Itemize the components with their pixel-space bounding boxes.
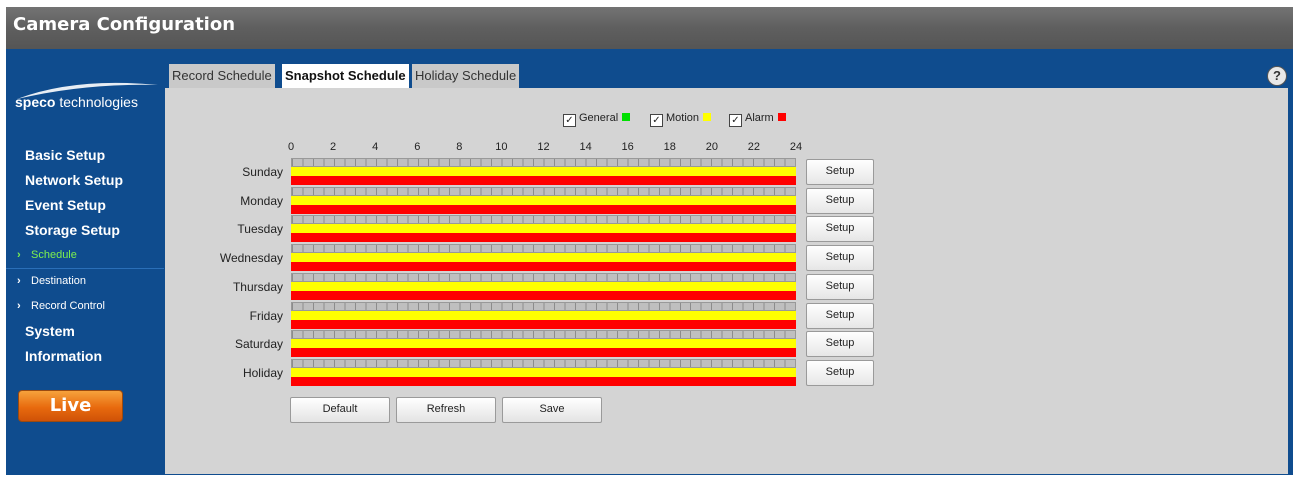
alarm-bar — [291, 204, 796, 214]
schedule-row-holiday[interactable] — [291, 358, 796, 387]
hour-label: 2 — [330, 141, 337, 153]
motion-bar — [291, 195, 796, 205]
alarm-bar — [291, 348, 796, 358]
hour-label: 22 — [747, 141, 761, 153]
time-grid[interactable] — [291, 158, 796, 167]
schedule-row-friday[interactable] — [291, 301, 796, 330]
motion-bar — [291, 310, 796, 320]
time-grid[interactable] — [291, 301, 796, 311]
setup-button-sunday[interactable]: Setup — [806, 159, 874, 185]
setup-button-holiday[interactable]: Setup — [806, 359, 874, 386]
day-label-friday: Friday — [249, 308, 283, 323]
alarm-bar — [291, 233, 796, 243]
motion-checkbox[interactable]: ✓ — [650, 114, 663, 127]
day-label-monday: Monday — [240, 193, 283, 208]
alarm-checkbox[interactable]: ✓ — [729, 114, 742, 127]
refresh-button[interactable]: Refresh — [396, 397, 496, 423]
hour-label: 14 — [579, 141, 592, 153]
schedule-row-wednesday[interactable] — [291, 244, 796, 272]
day-label-sunday: Sunday — [242, 165, 283, 179]
setup-button-wednesday[interactable]: Setup — [806, 245, 874, 272]
window-title: Camera Configuration — [13, 14, 236, 35]
alarm-bar — [291, 262, 796, 272]
schedule-row-monday[interactable] — [291, 186, 796, 215]
brand-name: speco technologies — [15, 94, 138, 110]
hour-label: 18 — [663, 141, 676, 153]
setup-button-tuesday[interactable]: Setup — [806, 216, 874, 243]
legend-alarm: ✓ Alarm — [729, 112, 786, 127]
day-label-tuesday: Tuesday — [237, 222, 283, 237]
hour-label: 4 — [372, 141, 379, 153]
day-label-thursday: Thursday — [232, 279, 283, 294]
alarm-bar — [291, 290, 796, 300]
motion-bar — [291, 253, 796, 263]
setup-button-saturday[interactable]: Setup — [806, 331, 874, 358]
title-bar: Camera Configuration — [6, 7, 1293, 49]
general-checkbox[interactable]: ✓ — [563, 114, 576, 127]
day-label-wednesday: Wednesday — [219, 251, 283, 266]
hour-axis: 0 2 4 6 8 10 12 14 16 18 20 22 24 — [287, 141, 802, 155]
schedule-row-sunday[interactable] — [291, 158, 796, 186]
hour-label: 10 — [495, 141, 508, 153]
alarm-bar — [291, 176, 796, 185]
schedule-row-thursday[interactable] — [291, 272, 796, 301]
time-grid[interactable] — [291, 272, 796, 282]
day-label-saturday: Saturday — [234, 337, 283, 352]
time-grid[interactable] — [291, 244, 796, 254]
alarm-bar — [291, 376, 796, 386]
motion-bar — [291, 224, 796, 234]
default-button[interactable]: Default — [290, 397, 390, 423]
legend-label: General — [579, 112, 619, 124]
live-button[interactable]: Live — [18, 390, 123, 422]
setup-button-thursday[interactable]: Setup — [806, 273, 874, 300]
time-grid[interactable] — [291, 358, 796, 368]
hour-label: 16 — [621, 141, 634, 153]
help-icon[interactable]: ? — [1267, 66, 1287, 86]
motion-bar — [291, 167, 796, 176]
legend-motion: ✓ Motion — [650, 112, 712, 127]
setup-button-monday[interactable]: Setup — [806, 187, 874, 214]
hour-label: 6 — [414, 141, 421, 153]
hour-label: 0 — [287, 141, 295, 153]
hour-label: 12 — [537, 141, 550, 153]
hour-label: 8 — [456, 141, 463, 153]
brand-logo: speco technologies — [15, 79, 160, 119]
save-button[interactable]: Save — [502, 397, 602, 423]
schedule-row-tuesday[interactable] — [291, 215, 796, 243]
alarm-color-swatch — [777, 113, 786, 121]
motion-bar — [291, 367, 796, 377]
legend-label: Alarm — [745, 112, 774, 124]
time-grid[interactable] — [291, 215, 796, 225]
schedule-row-saturday[interactable] — [291, 330, 796, 358]
hour-label: 24 — [789, 141, 803, 153]
time-grid[interactable] — [291, 330, 796, 340]
alarm-bar — [291, 319, 796, 329]
general-color-swatch — [622, 113, 631, 121]
legend-label: Motion — [666, 112, 700, 124]
tab-snapshot-schedule[interactable]: Snapshot Schedule — [282, 64, 409, 89]
motion-bar — [291, 339, 796, 349]
day-label-holiday: Holiday — [242, 365, 283, 380]
motion-bar — [291, 281, 796, 291]
setup-button-friday[interactable]: Setup — [806, 302, 874, 329]
motion-color-swatch — [703, 113, 712, 121]
tab-record-schedule[interactable]: Record Schedule — [169, 64, 275, 88]
tab-holiday-schedule[interactable]: Holiday Schedule — [412, 64, 520, 88]
time-grid[interactable] — [291, 186, 796, 196]
legend-general: ✓ General — [563, 112, 631, 127]
hour-label: 20 — [705, 141, 718, 153]
